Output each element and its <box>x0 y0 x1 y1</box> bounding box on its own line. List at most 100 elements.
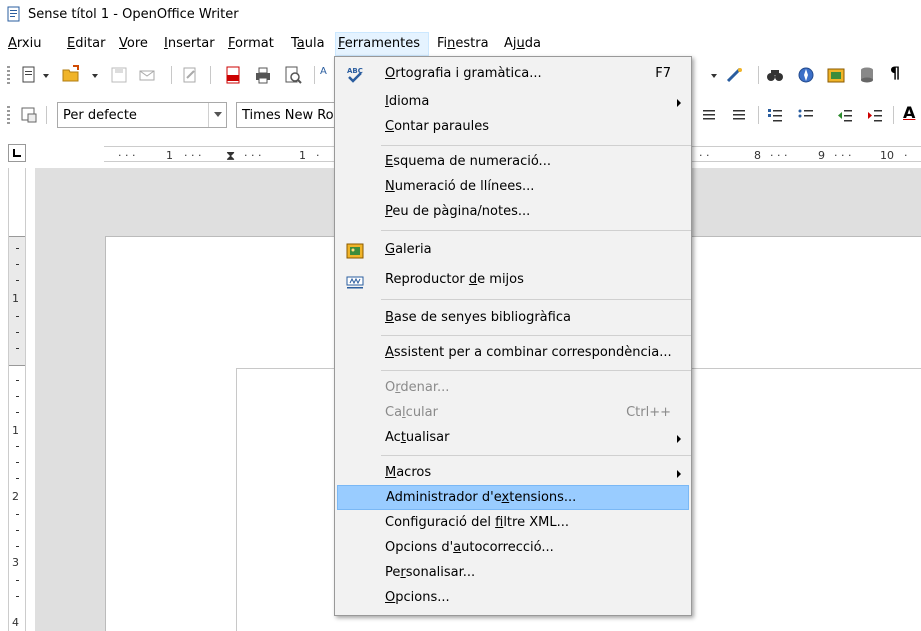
menu-item-label: Galeria <box>385 242 432 257</box>
menu-item-label: Macros <box>385 465 432 480</box>
menu-item-administrador-extensions[interactable]: Administrador d'extensions... <box>337 485 689 510</box>
font-name-combo[interactable]: Times New Ro <box>236 102 346 128</box>
new-document-icon[interactable] <box>20 66 38 84</box>
formatting-marks-icon[interactable]: ¶ <box>890 63 908 82</box>
decrease-indent-icon[interactable] <box>836 106 854 124</box>
ruler-tick: 2 <box>12 490 19 503</box>
find-replace-icon[interactable] <box>766 66 784 84</box>
menu-separator <box>381 145 691 146</box>
data-sources-icon[interactable] <box>858 66 876 84</box>
menu-item-label: Assistent per a combinar correspondència… <box>385 345 672 360</box>
ruler-tick: 1 <box>12 292 19 305</box>
menu-item-opcions[interactable]: Opcions... <box>337 586 689 611</box>
title-bar: Sense títol 1 - OpenOffice Writer <box>0 0 921 30</box>
print-icon[interactable] <box>254 66 272 84</box>
menu-separator <box>381 455 691 456</box>
menu-item-contar-paraules[interactable]: Contar paraules <box>337 115 689 140</box>
indent-marker[interactable]: ⧗ <box>226 149 235 164</box>
menu-editar[interactable]: Editar <box>65 32 108 56</box>
menu-item-shortcut: Ctrl++ <box>626 405 671 420</box>
align-full-icon[interactable] <box>730 106 748 124</box>
menu-vore[interactable]: Vore <box>117 32 150 56</box>
spellcheck-icon: ABC <box>347 67 363 83</box>
paragraph-style-combo[interactable]: Per defecte <box>57 102 227 128</box>
writer-app-icon <box>7 6 20 22</box>
menu-item-label: Calcular <box>385 405 438 420</box>
menu-item-filtre-xml[interactable]: Configuració del filtre XML... <box>337 511 689 536</box>
numbering-icon[interactable] <box>766 106 784 124</box>
ruler-tick: 4 <box>12 616 19 629</box>
menu-separator <box>381 370 691 371</box>
menu-item-autocorreccio[interactable]: Opcions d'autocorrecció... <box>337 536 689 561</box>
menu-item-shortcut: F7 <box>655 66 671 81</box>
menu-separator <box>381 335 691 336</box>
increase-indent-icon[interactable] <box>866 106 884 124</box>
menu-finestra[interactable]: Finestra <box>435 32 491 56</box>
menu-item-esquema-numeracio[interactable]: Esquema de numeració... <box>337 150 689 175</box>
dropdown-arrow[interactable] <box>711 74 717 78</box>
menu-item-macros[interactable]: Macros <box>337 461 689 486</box>
menu-item-ortografia[interactable]: ABC Ortografia i gramàtica... F7 <box>337 62 689 87</box>
font-name-value: Times New Ro <box>242 108 334 123</box>
save-icon[interactable] <box>110 66 128 84</box>
submenu-arrow-icon <box>677 435 681 443</box>
menu-item-label: Ortografia i gramàtica... <box>385 66 542 81</box>
menu-item-actualisar[interactable]: Actualisar <box>337 426 689 451</box>
ruler-tick: 10 <box>880 149 894 162</box>
gallery-toolbar-icon[interactable] <box>827 66 845 84</box>
draw-functions-icon[interactable] <box>726 66 744 84</box>
new-dropdown-arrow[interactable] <box>43 74 49 78</box>
menu-bar: Arxiu Editar Vore Insertar Format Taula … <box>0 32 921 56</box>
menu-ferramentes[interactable]: Ferramentes <box>335 32 429 56</box>
export-pdf-icon[interactable] <box>224 66 242 84</box>
menu-format[interactable]: Format <box>226 32 276 56</box>
menu-ajuda[interactable]: Ajuda <box>502 32 543 56</box>
toolbar-grip[interactable] <box>7 66 10 84</box>
edit-file-icon[interactable] <box>181 66 199 84</box>
open-dropdown-arrow[interactable] <box>92 74 98 78</box>
menu-item-base-senyes[interactable]: Base de senyes bibliogràfica <box>337 306 689 331</box>
menu-item-reproductor-mijos[interactable]: Reproductor de mijos <box>337 268 689 293</box>
menu-item-idioma[interactable]: Idioma <box>337 90 689 115</box>
menu-separator <box>381 299 691 300</box>
toolbar-grip[interactable] <box>7 106 10 124</box>
menu-item-assistent-combinar[interactable]: Assistent per a combinar correspondència… <box>337 341 689 366</box>
bullets-icon[interactable] <box>797 106 815 124</box>
menu-item-label: Base de senyes bibliogràfica <box>385 310 571 325</box>
menu-item-calcular: Calcular Ctrl++ <box>337 401 689 426</box>
open-folder-icon[interactable] <box>62 65 80 83</box>
submenu-arrow-icon <box>677 99 681 107</box>
menu-item-label: Esquema de numeració... <box>385 154 551 169</box>
email-icon[interactable] <box>138 66 156 84</box>
menu-item-label: Administrador d'extensions... <box>386 490 577 505</box>
ruler-tick: 8 <box>754 149 761 162</box>
menu-item-personalisar[interactable]: Personalisar... <box>337 561 689 586</box>
print-preview-icon[interactable] <box>284 66 302 84</box>
media-player-icon <box>346 276 364 289</box>
menu-item-galeria[interactable]: Galeria <box>337 238 689 263</box>
submenu-arrow-icon <box>677 470 681 478</box>
menu-item-label: Idioma <box>385 94 430 109</box>
gallery-icon <box>346 243 364 259</box>
menu-item-numeracio-llinees[interactable]: Numeració de llínees... <box>337 175 689 200</box>
tab-stop-selector[interactable] <box>8 144 26 162</box>
ruler-tick: 1 <box>299 149 306 162</box>
align-justify-icon[interactable] <box>700 106 718 124</box>
vertical-ruler[interactable]: 1 1 2 3 4 <box>8 168 26 631</box>
navigator-icon[interactable] <box>797 66 815 84</box>
ruler-tick: 1 <box>166 149 173 162</box>
ferramentes-menu: ABC Ortografia i gramàtica... F7 Idioma … <box>334 56 692 616</box>
ruler-tick: 3 <box>12 556 19 569</box>
menu-item-peu-pagina[interactable]: Peu de pàgina/notes... <box>337 200 689 225</box>
ruler-tick: 9 <box>818 149 825 162</box>
font-color-icon[interactable]: A <box>903 103 921 122</box>
paragraph-style-value: Per defecte <box>63 108 137 123</box>
menu-item-label: Numeració de llínees... <box>385 179 535 194</box>
menu-taula[interactable]: Taula <box>289 32 327 56</box>
paragraph-style-dropdown[interactable] <box>208 103 226 127</box>
window-title: Sense títol 1 - OpenOffice Writer <box>28 7 239 22</box>
menu-item-label: Actualisar <box>385 430 450 445</box>
menu-arxiu[interactable]: Arxiu <box>6 32 43 56</box>
menu-insertar[interactable]: Insertar <box>162 32 217 56</box>
styles-formatting-icon[interactable] <box>20 106 38 124</box>
